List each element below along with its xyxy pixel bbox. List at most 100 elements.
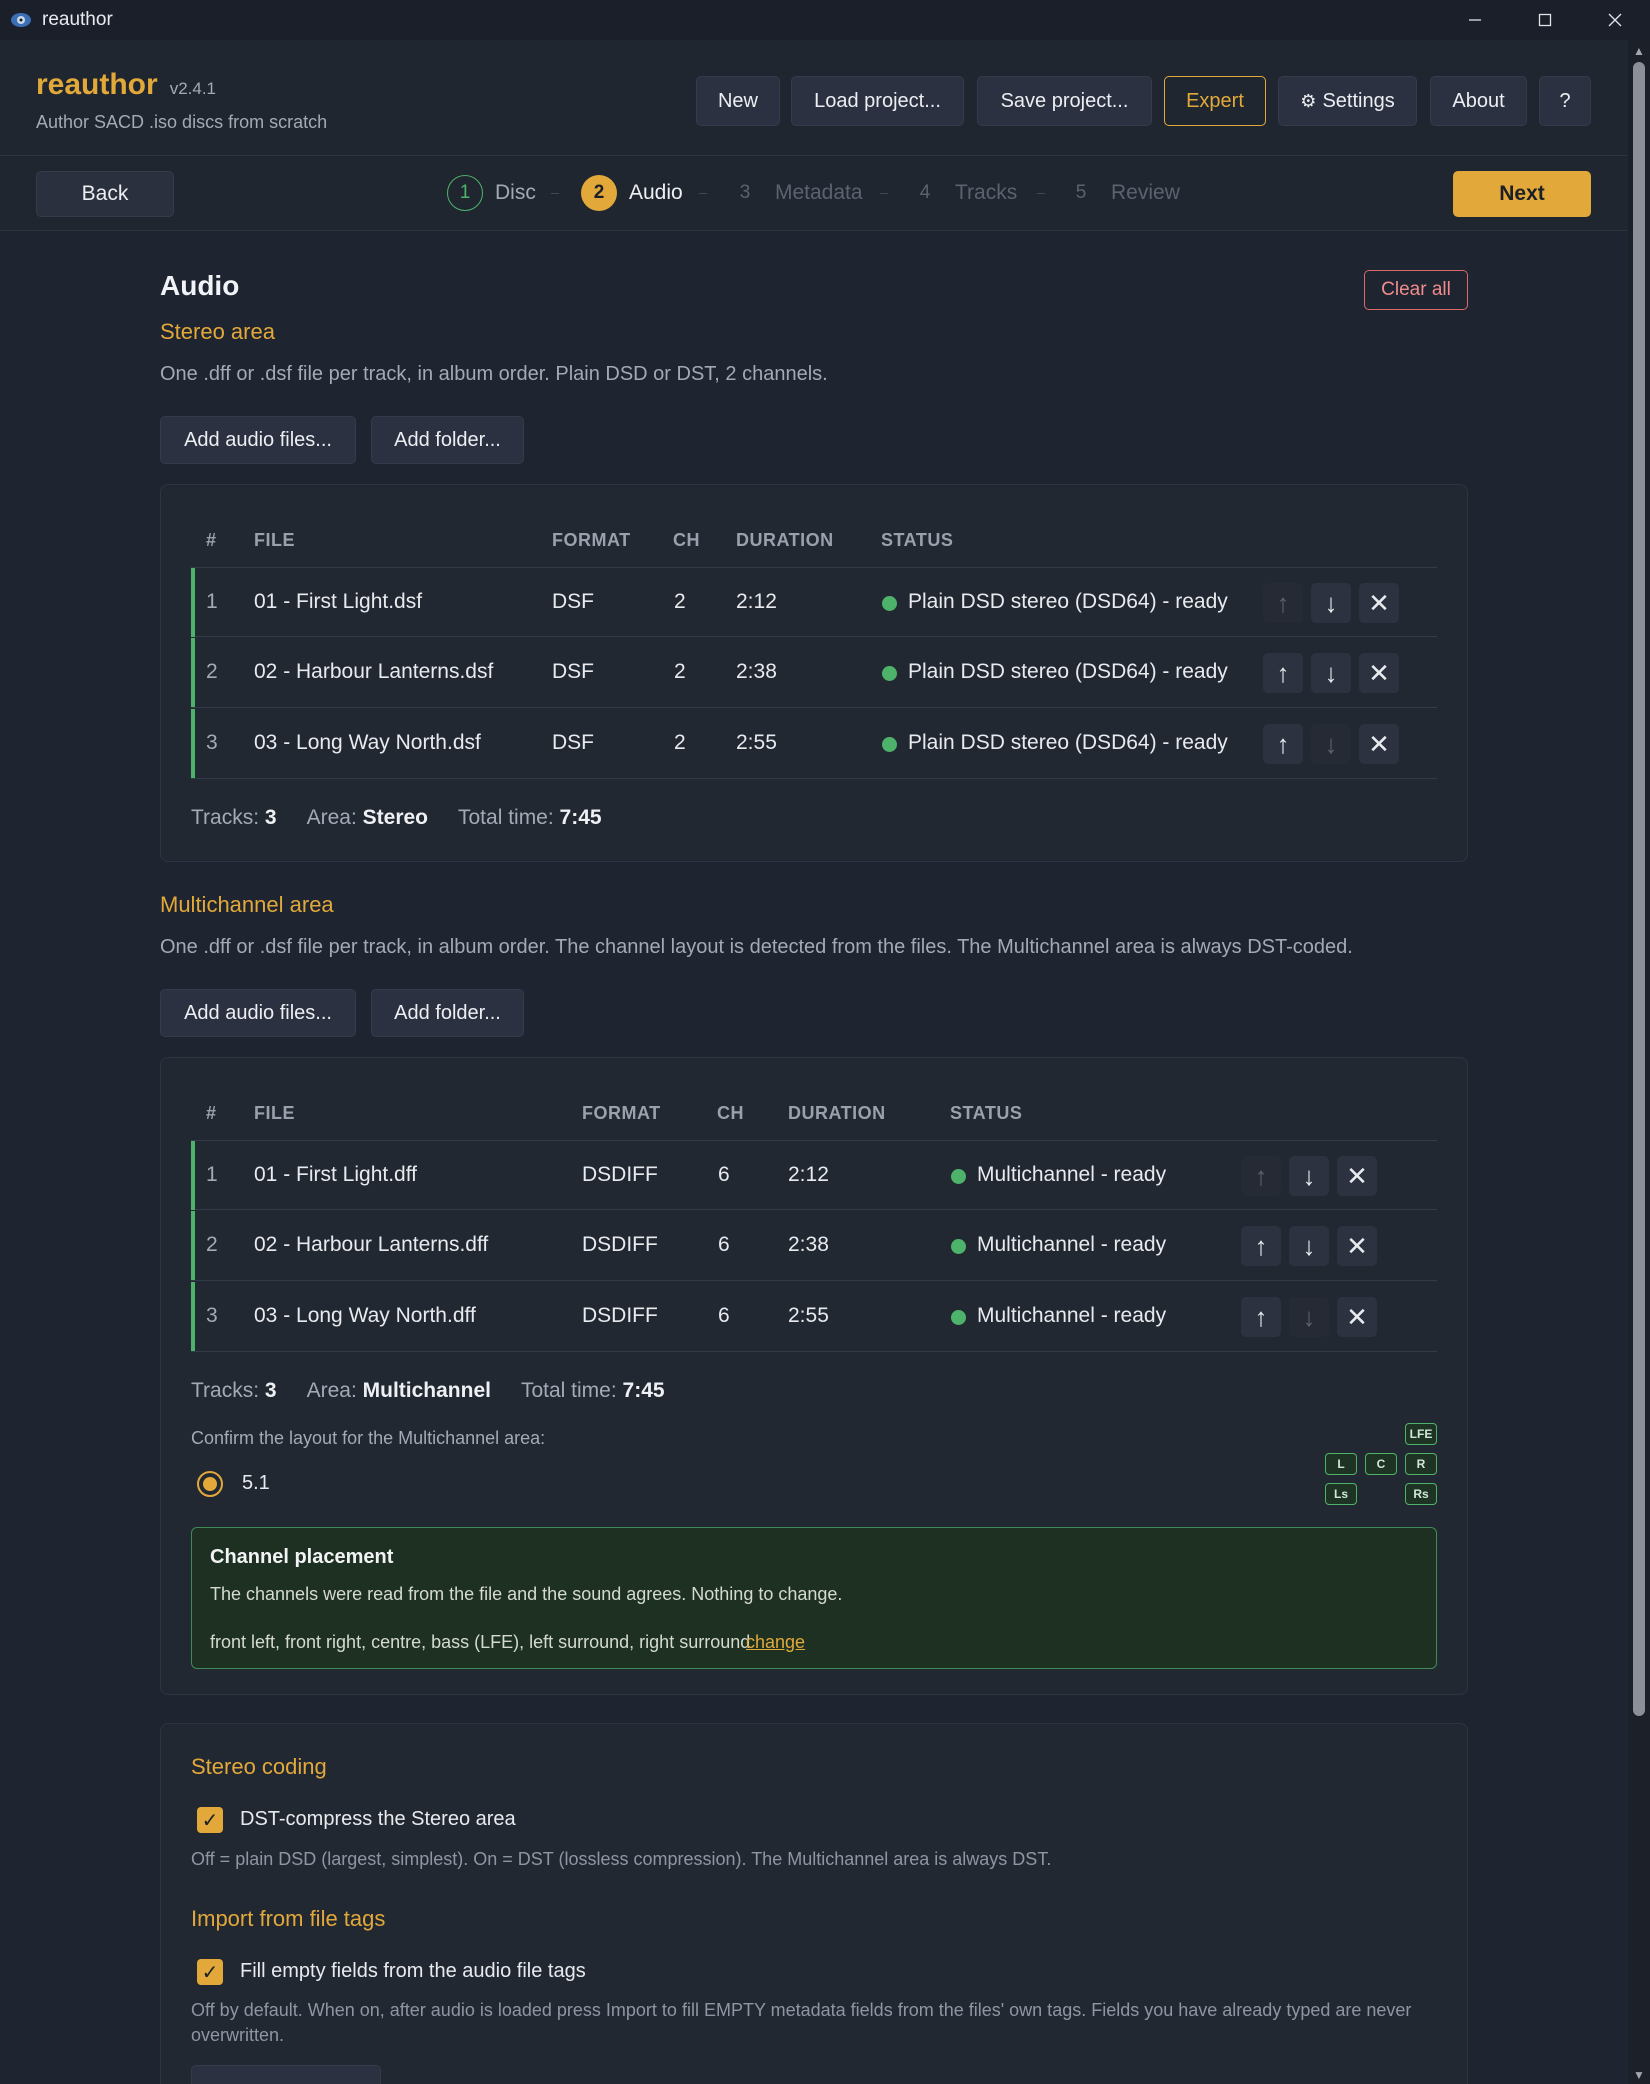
help-button[interactable]: ?: [1539, 76, 1591, 126]
step-disc[interactable]: 1 Disc: [447, 175, 536, 211]
row-index: 1: [206, 590, 218, 613]
settings-button[interactable]: ⚙ Settings: [1278, 76, 1417, 126]
stereo-add-folder-button[interactable]: Add folder...: [371, 416, 524, 464]
expert-mode-button[interactable]: Expert: [1164, 76, 1266, 126]
import-tags-title: Import from file tags: [191, 1906, 386, 1931]
row-accent: [191, 1282, 195, 1351]
about-button[interactable]: About: [1430, 76, 1527, 126]
row-channels: 6: [718, 1233, 730, 1256]
table-row[interactable]: 2 02 - Harbour Lanterns.dsf DSF 2 2:38 P…: [191, 638, 1437, 708]
status-ok-icon: [882, 737, 897, 752]
col-format: FORMAT: [552, 530, 631, 550]
scrollbar-thumb[interactable]: [1633, 62, 1645, 1716]
arrow-up-icon: ↑: [1254, 1160, 1268, 1191]
move-down-button[interactable]: ↓: [1289, 1226, 1329, 1266]
multichannel-add-files-button[interactable]: Add audio files...: [160, 989, 356, 1037]
page-title: Audio: [160, 270, 240, 301]
move-down-button[interactable]: ↓: [1311, 653, 1351, 693]
row-status: Plain DSD stereo (DSD64) - ready: [908, 731, 1228, 754]
move-up-button[interactable]: ↑: [1241, 1156, 1281, 1196]
speaker-r: R: [1405, 1453, 1437, 1475]
new-project-button[interactable]: New: [696, 76, 780, 126]
row-duration: 2:12: [788, 1163, 829, 1186]
row-status: Multichannel - ready: [977, 1233, 1167, 1256]
row-file: 03 - Long Way North.dsf: [254, 731, 481, 754]
scroll-up-arrow-icon[interactable]: ▲: [1633, 44, 1645, 58]
stereo-area-description: One .dff or .dsf file per track, in albu…: [160, 363, 828, 385]
arrow-down-icon: ↓: [1324, 657, 1338, 688]
row-file: 03 - Long Way North.dff: [254, 1304, 476, 1327]
remove-track-button[interactable]: ✕: [1337, 1297, 1377, 1337]
remove-track-button[interactable]: ✕: [1337, 1156, 1377, 1196]
row-format: DSF: [552, 660, 594, 683]
row-index: 1: [206, 1163, 218, 1186]
move-down-button[interactable]: ↓: [1311, 724, 1351, 764]
import-button[interactable]: [191, 2065, 381, 2084]
speaker-rs: Rs: [1405, 1483, 1437, 1505]
placement-change-link[interactable]: change: [746, 1632, 805, 1653]
remove-track-button[interactable]: ✕: [1359, 653, 1399, 693]
table-row[interactable]: 3 03 - Long Way North.dff DSDIFF 6 2:55 …: [191, 1282, 1437, 1352]
multichannel-add-folder-button[interactable]: Add folder...: [371, 989, 524, 1037]
back-button[interactable]: Back: [36, 171, 174, 217]
tracks-label: Tracks:: [191, 1379, 260, 1402]
minimize-button[interactable]: [1440, 0, 1510, 40]
row-channels: 6: [718, 1163, 730, 1186]
close-window-button[interactable]: [1580, 0, 1650, 40]
col-status: STATUS: [950, 1103, 1023, 1123]
row-format: DSDIFF: [582, 1304, 658, 1327]
row-channels: 2: [674, 660, 686, 683]
row-index: 3: [206, 1304, 218, 1327]
move-down-button[interactable]: ↓: [1289, 1297, 1329, 1337]
speaker-l: L: [1325, 1453, 1357, 1475]
dst-compress-label: DST-compress the Stereo area: [240, 1808, 516, 1830]
row-format: DSF: [552, 590, 594, 613]
remove-track-button[interactable]: ✕: [1359, 583, 1399, 623]
row-format: DSF: [552, 731, 594, 754]
row-channels: 6: [718, 1304, 730, 1327]
x-icon: ✕: [1368, 587, 1390, 618]
row-status: Plain DSD stereo (DSD64) - ready: [908, 590, 1228, 613]
scroll-down-arrow-icon[interactable]: ▼: [1633, 2068, 1645, 2082]
step-review[interactable]: 5 Review: [1063, 175, 1180, 211]
layout-radio-5-1[interactable]: [197, 1471, 223, 1497]
table-row[interactable]: 1 01 - First Light.dsf DSF 2 2:12 Plain …: [191, 567, 1437, 637]
col-file: FILE: [254, 530, 295, 550]
stereo-coding-title: Stereo coding: [191, 1754, 327, 1779]
step-tracks[interactable]: 4 Tracks: [907, 175, 1018, 211]
row-index: 2: [206, 660, 218, 683]
save-project-button[interactable]: Save project...: [977, 76, 1152, 126]
step-divider: [551, 193, 559, 194]
remove-track-button[interactable]: ✕: [1337, 1226, 1377, 1266]
step-divider: [1037, 193, 1045, 194]
move-down-button[interactable]: ↓: [1289, 1156, 1329, 1196]
load-project-button[interactable]: Load project...: [791, 76, 964, 126]
move-up-button[interactable]: ↑: [1263, 583, 1303, 623]
step-label: Review: [1111, 181, 1180, 204]
remove-track-button[interactable]: ✕: [1359, 724, 1399, 764]
table-row[interactable]: 1 01 - First Light.dff DSDIFF 6 2:12 Mul…: [191, 1140, 1437, 1210]
stereo-add-files-button[interactable]: Add audio files...: [160, 416, 356, 464]
row-accent: [191, 638, 195, 707]
step-metadata[interactable]: 3 Metadata: [727, 175, 863, 211]
move-up-button[interactable]: ↑: [1263, 653, 1303, 693]
step-divider: [880, 193, 888, 194]
maximize-button[interactable]: [1510, 0, 1580, 40]
table-row[interactable]: 3 03 - Long Way North.dsf DSF 2 2:55 Pla…: [191, 709, 1437, 779]
dst-compress-checkbox[interactable]: ✓: [197, 1807, 223, 1833]
row-index: 3: [206, 731, 218, 754]
move-up-button[interactable]: ↑: [1241, 1226, 1281, 1266]
next-button[interactable]: Next: [1453, 171, 1591, 217]
step-audio[interactable]: 2 Audio: [581, 175, 683, 211]
clear-all-button[interactable]: Clear all: [1364, 270, 1468, 310]
radio-selected-dot: [203, 1477, 217, 1491]
move-up-button[interactable]: ↑: [1263, 724, 1303, 764]
placement-title: Channel placement: [210, 1546, 394, 1568]
app-header: reauthor v2.4.1 Author SACD .iso discs f…: [0, 40, 1628, 156]
app-name: reauthor: [36, 68, 158, 101]
move-up-button[interactable]: ↑: [1241, 1297, 1281, 1337]
table-row[interactable]: 2 02 - Harbour Lanterns.dff DSDIFF 6 2:3…: [191, 1211, 1437, 1281]
app-version: v2.4.1: [169, 79, 216, 98]
move-down-button[interactable]: ↓: [1311, 583, 1351, 623]
import-tags-checkbox[interactable]: ✓: [197, 1959, 223, 1985]
